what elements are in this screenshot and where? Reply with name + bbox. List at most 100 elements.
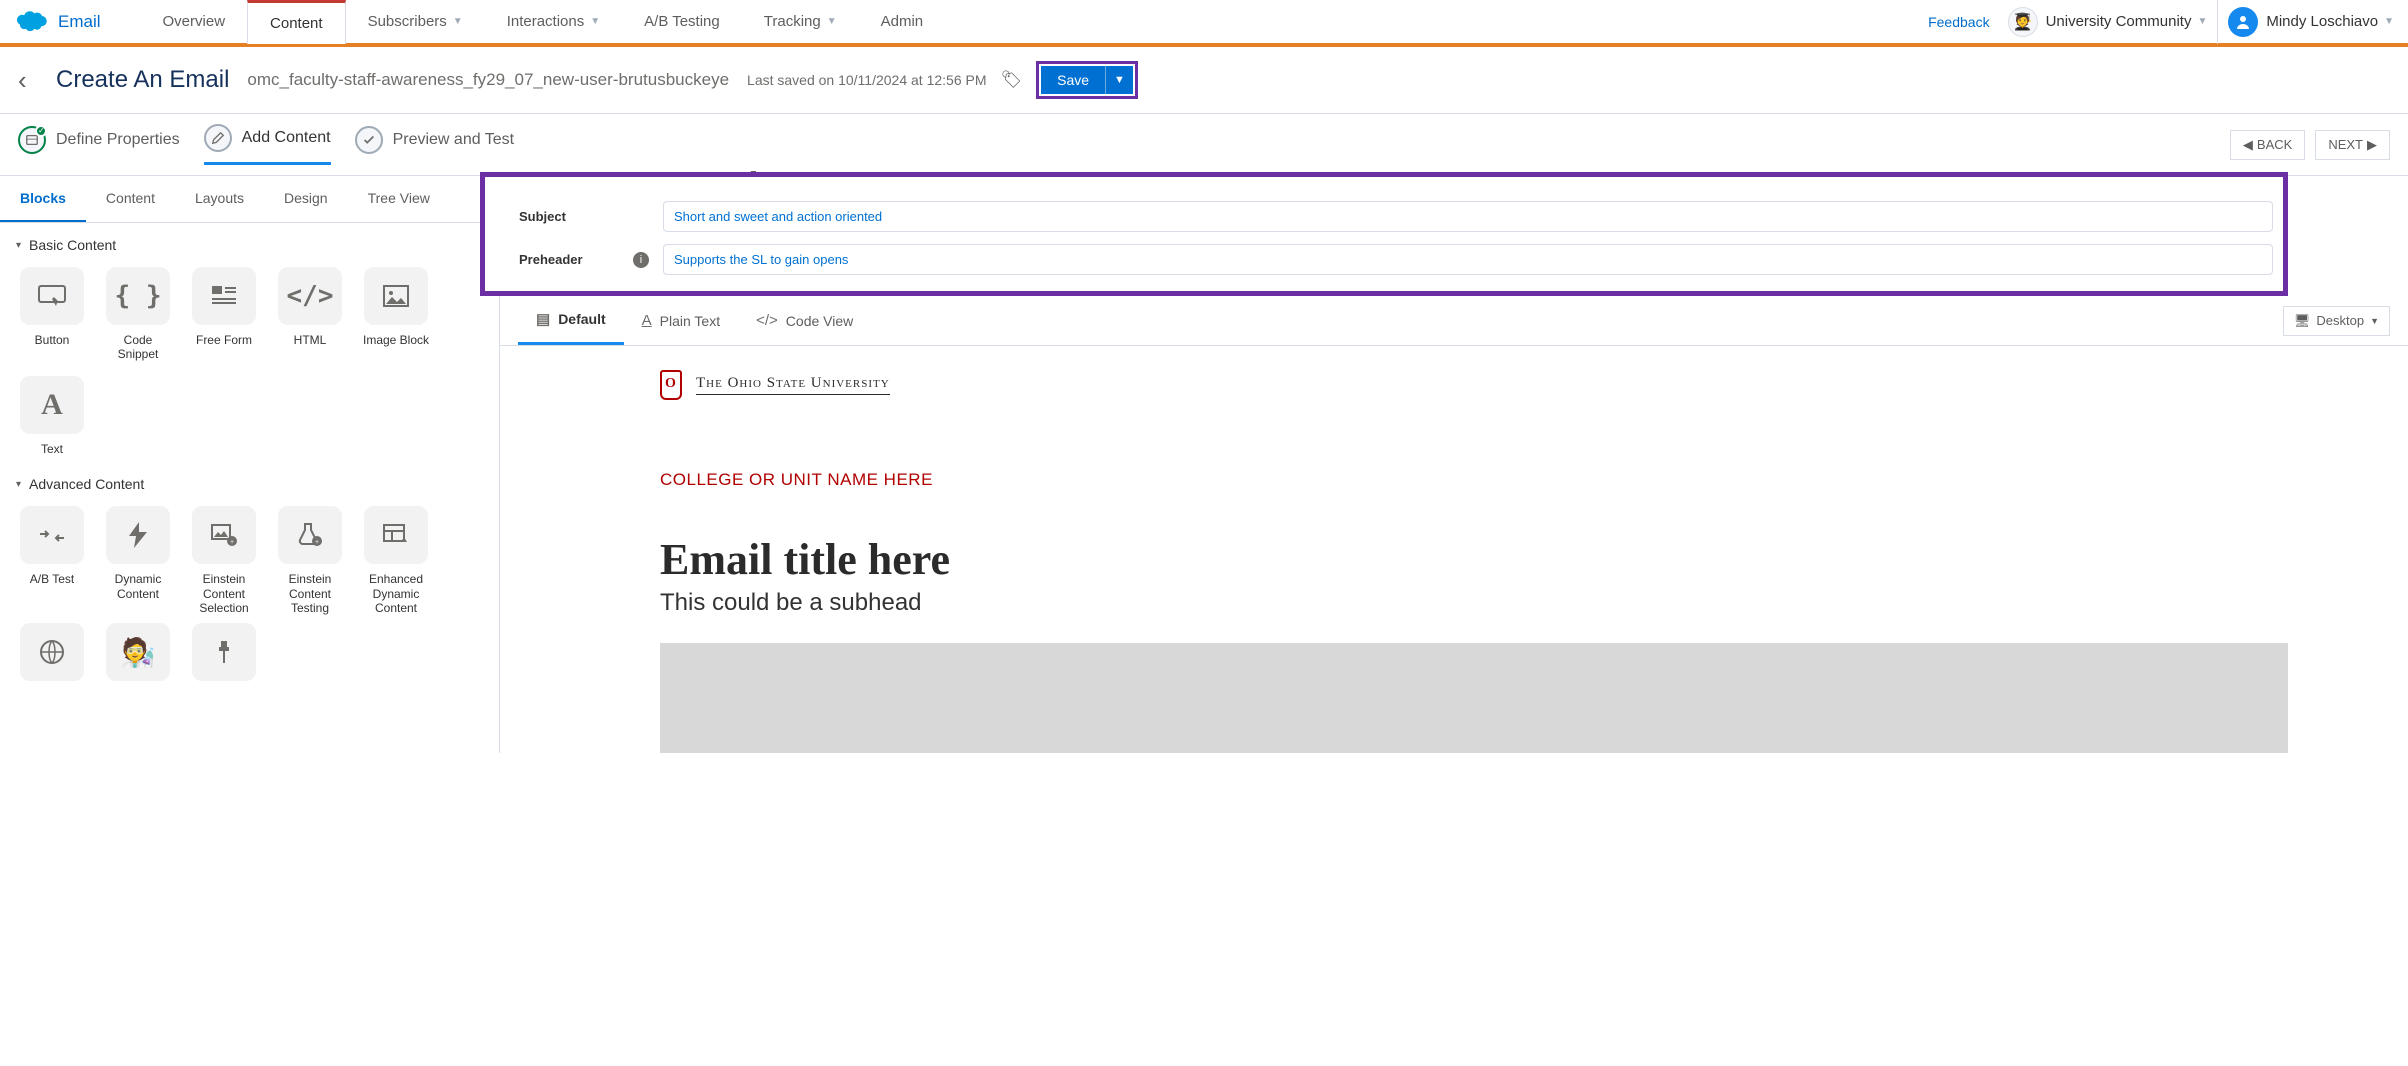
bolt-icon [106,506,170,564]
nav-tab-interactions[interactable]: Interactions▼ [485,0,622,44]
nav-tab-tracking[interactable]: Tracking▼ [742,0,859,44]
preheader-row: Preheader i [519,238,2273,281]
step-add-content[interactable]: Add Content [204,124,331,165]
editor-panel: ↖ Subject Preheader i ▤ Default A Plain … [500,176,2408,753]
block-extra-globe[interactable] [16,623,88,681]
next-button[interactable]: NEXT▶ [2315,130,2390,160]
block-extra-einstein[interactable]: 🧑‍🔬 [102,623,174,681]
save-button[interactable]: Save [1041,66,1105,94]
basic-blocks-grid: Button { }Code Snippet Free Form </> HTML… [0,259,499,462]
nav-tab-subscribers[interactable]: Subscribers▼ [346,0,485,44]
block-dynamic-content[interactable]: Dynamic Content [102,506,174,615]
section-label: Basic Content [29,237,116,253]
user-avatar-icon[interactable] [2228,7,2258,37]
email-canvas[interactable]: The Ohio State University COLLEGE OR UNI… [500,346,2408,753]
block-image[interactable]: Image Block [360,267,432,362]
top-nav: Email Overview Content Subscribers▼ Inte… [0,0,2408,44]
block-einstein-testing[interactable]: +Einstein Content Testing [274,506,346,615]
block-text[interactable]: A Text [16,376,88,456]
block-label: Enhanced Dynamic Content [360,572,432,615]
layout-icon: ▤ [536,310,550,328]
save-button-highlight: Save ▼ [1036,61,1138,99]
view-tab-label: Code View [786,313,853,329]
view-tab-label: Plain Text [660,313,720,329]
block-code-snippet[interactable]: { }Code Snippet [102,267,174,362]
brand-header: The Ohio State University [660,362,2288,410]
step-define-properties[interactable]: Define Properties [18,126,180,164]
left-tab-treeview[interactable]: Tree View [348,176,450,222]
block-html[interactable]: </> HTML [274,267,346,362]
advanced-blocks-grid: A/B Test Dynamic Content +Einstein Conte… [0,498,499,621]
block-button[interactable]: Button [16,267,88,362]
left-tab-blocks[interactable]: Blocks [0,176,86,222]
brand-text: The Ohio State University [696,375,890,395]
bu-avatar-icon[interactable]: 🧑‍🎓 [2008,7,2038,37]
html-icon: </> [278,267,342,325]
block-label: Dynamic Content [102,572,174,601]
email-name: omc_faculty-staff-awareness_fy29_07_new-… [247,70,729,90]
left-tab-design[interactable]: Design [264,176,348,222]
button-icon [38,285,66,307]
section-basic-content[interactable]: ▾ Basic Content [0,223,499,259]
user-name[interactable]: Mindy Loschiavo [2266,13,2378,30]
pin-icon [192,623,256,681]
view-tab-default[interactable]: ▤ Default [518,296,624,345]
chevron-down-icon: ▾ [16,479,21,490]
desktop-icon: 🖥 [2294,313,2311,329]
step-label: Define Properties [56,131,180,149]
view-tabs: ▤ Default A Plain Text </> Code View 🖥 D… [500,296,2408,346]
left-panel-tabs: Blocks Content Layouts Design Tree View [0,176,499,223]
last-saved-text: Last saved on 10/11/2024 at 12:56 PM [747,72,986,88]
image-placeholder[interactable] [660,643,2288,753]
einstein-select-icon: + [210,523,238,547]
email-subhead[interactable]: This could be a subhead [660,589,2288,617]
nav-tab-abtesting[interactable]: A/B Testing [622,0,742,44]
nav-tab-overview[interactable]: Overview [141,0,248,44]
back-button[interactable]: ◀BACK [2230,130,2305,160]
save-dropdown-button[interactable]: ▼ [1105,66,1133,94]
block-einstein-selection[interactable]: +Einstein Content Selection [188,506,260,615]
text-icon: A [20,376,84,434]
chevron-down-icon: ▼ [827,16,837,27]
section-advanced-content[interactable]: ▾ Advanced Content [0,462,499,498]
preheader-input[interactable] [663,244,2273,275]
device-selector[interactable]: 🖥 Desktop ▼ [2283,306,2390,336]
step-preview-test[interactable]: Preview and Test [355,126,515,164]
nav-tab-content[interactable]: Content [247,0,346,44]
block-label: HTML [294,333,327,347]
block-label: Button [35,333,70,347]
block-label: Text [41,442,63,456]
wizard-steps: Define Properties Add Content Preview an… [0,114,2408,176]
tag-icon[interactable]: 🏷 [1001,70,1023,90]
chevron-down-icon: ▼ [2370,316,2379,326]
chevron-down-icon[interactable]: ▼ [2197,16,2207,27]
extra-blocks-grid: 🧑‍🔬 [0,621,499,687]
code-icon: </> [756,312,778,329]
braces-icon: { } [106,267,170,325]
left-tab-content[interactable]: Content [86,176,175,222]
email-title[interactable]: Email title here [660,534,2288,585]
subject-label: Subject [519,209,619,224]
subject-input[interactable] [663,201,2273,232]
unit-name[interactable]: COLLEGE OR UNIT NAME HERE [660,470,2288,490]
block-enhanced-dynamic[interactable]: Enhanced Dynamic Content [360,506,432,615]
globe-icon [20,623,84,681]
feedback-link[interactable]: Feedback [1928,14,1989,30]
block-ab-test[interactable]: A/B Test [16,506,88,615]
nav-tab-admin[interactable]: Admin [859,0,946,44]
section-label: Advanced Content [29,476,144,492]
view-tab-code[interactable]: </> Code View [738,298,871,343]
view-tab-plain[interactable]: A Plain Text [624,298,738,343]
left-panel: Blocks Content Layouts Design Tree View … [0,176,500,753]
block-extra-pin[interactable] [188,623,260,681]
subject-preheader-highlight: Subject Preheader i [480,172,2288,296]
block-free-form[interactable]: Free Form [188,267,260,362]
chevron-down-icon[interactable]: ▼ [2384,16,2394,27]
chevron-down-icon: ▼ [590,16,600,27]
einstein-test-icon: + [296,522,324,548]
left-tab-layouts[interactable]: Layouts [175,176,264,222]
svg-text:+: + [230,539,234,546]
info-icon[interactable]: i [633,252,649,268]
back-chevron-icon[interactable]: ‹ [18,65,38,96]
business-unit-label[interactable]: University Community [2046,13,2192,30]
